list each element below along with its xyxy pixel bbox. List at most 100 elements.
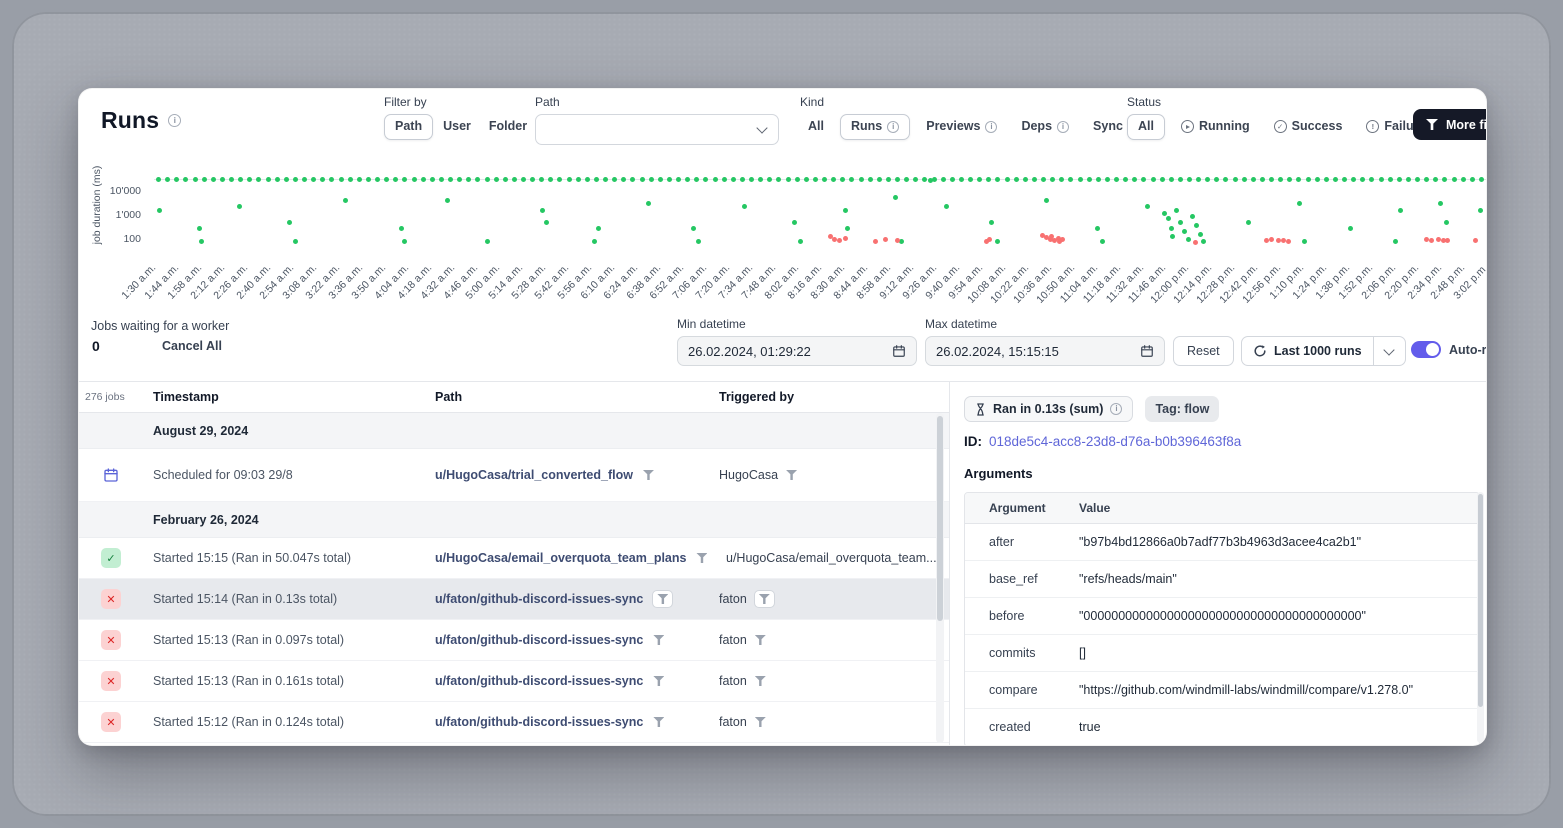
chart-point[interactable] xyxy=(445,198,450,203)
job-row[interactable]: ✕ Started 15:12 (Ran in 0.124s total) u/… xyxy=(79,702,949,743)
chart-point[interactable] xyxy=(658,177,663,182)
chart-point[interactable] xyxy=(1186,237,1191,242)
chart-point[interactable] xyxy=(302,177,307,182)
chart-point[interactable] xyxy=(544,220,549,225)
chart-point[interactable] xyxy=(1281,238,1286,243)
chart-point[interactable] xyxy=(1470,177,1475,182)
chart-point[interactable] xyxy=(987,237,992,242)
detail-scrollbar[interactable] xyxy=(1477,492,1484,743)
chart-point[interactable] xyxy=(893,195,898,200)
chart-point[interactable] xyxy=(1397,177,1402,182)
chart-point[interactable] xyxy=(1406,177,1411,182)
chart-point[interactable] xyxy=(585,177,590,182)
chart-point[interactable] xyxy=(767,177,772,182)
chart-point[interactable] xyxy=(1297,201,1302,206)
chart-point[interactable] xyxy=(649,177,654,182)
chart-point[interactable] xyxy=(742,204,747,209)
chart-point[interactable] xyxy=(1114,177,1119,182)
chart-point[interactable] xyxy=(1059,177,1064,182)
chart-point[interactable] xyxy=(287,220,292,225)
chart-point[interactable] xyxy=(1223,177,1228,182)
chart-point[interactable] xyxy=(1302,239,1307,244)
chart-point[interactable] xyxy=(1196,177,1201,182)
chart-point[interactable] xyxy=(256,177,261,182)
chart-point[interactable] xyxy=(448,177,453,182)
chart-point[interactable] xyxy=(843,208,848,213)
chart-point[interactable] xyxy=(247,177,252,182)
chart-point[interactable] xyxy=(1096,177,1101,182)
chart-point[interactable] xyxy=(977,177,982,182)
chart-point[interactable] xyxy=(1105,177,1110,182)
chart-point[interactable] xyxy=(494,177,499,182)
chart-point[interactable] xyxy=(1287,177,1292,182)
chart-point[interactable] xyxy=(1190,214,1195,219)
chart-point[interactable] xyxy=(592,239,597,244)
chart-point[interactable] xyxy=(311,177,316,182)
chart-point[interactable] xyxy=(567,177,572,182)
chart-point[interactable] xyxy=(621,177,626,182)
chart-point[interactable] xyxy=(989,220,994,225)
chart-point[interactable] xyxy=(1348,226,1353,231)
chart-point[interactable] xyxy=(691,226,696,231)
chart-point[interactable] xyxy=(1369,177,1374,182)
chart-point[interactable] xyxy=(995,177,1000,182)
chart-point[interactable] xyxy=(202,177,207,182)
chart-point[interactable] xyxy=(1452,177,1457,182)
chart-point[interactable] xyxy=(792,220,797,225)
chart-point[interactable] xyxy=(612,177,617,182)
chart-point[interactable] xyxy=(293,177,298,182)
chart-point[interactable] xyxy=(786,177,791,182)
chart-point[interactable] xyxy=(646,201,651,206)
chart-point[interactable] xyxy=(539,177,544,182)
chart-point[interactable] xyxy=(822,177,827,182)
filter-funnel-button[interactable] xyxy=(785,469,798,481)
chart-point[interactable] xyxy=(944,204,949,209)
chart-point[interactable] xyxy=(165,177,170,182)
chart-point[interactable] xyxy=(399,226,404,231)
chart-point[interactable] xyxy=(1351,177,1356,182)
chart-point[interactable] xyxy=(843,236,848,241)
chart-point[interactable] xyxy=(1068,177,1073,182)
filterby-user-button[interactable]: User xyxy=(435,114,479,140)
chart-point[interactable] xyxy=(1205,177,1210,182)
chart-point[interactable] xyxy=(1269,177,1274,182)
chart-point[interactable] xyxy=(832,237,837,242)
chart-point[interactable] xyxy=(868,177,873,182)
chart-point[interactable] xyxy=(1160,177,1165,182)
chart-point[interactable] xyxy=(540,208,545,213)
chart-point[interactable] xyxy=(859,177,864,182)
filter-funnel-button[interactable] xyxy=(652,716,665,728)
chart-point[interactable] xyxy=(798,239,803,244)
calendar-icon[interactable] xyxy=(1140,344,1154,358)
chart-point[interactable] xyxy=(156,177,161,182)
chart-point[interactable] xyxy=(1388,177,1393,182)
chart-point[interactable] xyxy=(1246,220,1251,225)
chart-point[interactable] xyxy=(1233,177,1238,182)
chart-point[interactable] xyxy=(694,177,699,182)
chart-point[interactable] xyxy=(1461,177,1466,182)
chart-point[interactable] xyxy=(430,177,435,182)
chart-point[interactable] xyxy=(475,177,480,182)
chart-point[interactable] xyxy=(845,226,850,231)
chart-point[interactable] xyxy=(1087,177,1092,182)
filter-funnel-button[interactable] xyxy=(754,675,767,687)
chart-point[interactable] xyxy=(1078,177,1083,182)
kind-all-button[interactable]: All xyxy=(800,114,832,140)
filter-funnel-button[interactable] xyxy=(754,590,775,608)
chart-point[interactable] xyxy=(1296,177,1301,182)
calendar-icon[interactable] xyxy=(892,344,906,358)
more-filters-button[interactable]: More filters xyxy=(1413,109,1487,140)
chart-point[interactable] xyxy=(849,177,854,182)
chart-point[interactable] xyxy=(1141,177,1146,182)
chart-point[interactable] xyxy=(928,178,933,183)
chart-point[interactable] xyxy=(530,177,535,182)
chart-point[interactable] xyxy=(886,177,891,182)
filter-funnel-button[interactable] xyxy=(652,675,665,687)
job-row[interactable]: Scheduled for 09:03 29/8 u/HugoCasa/tria… xyxy=(79,449,949,502)
chart-point[interactable] xyxy=(1050,177,1055,182)
status-running-button[interactable]: Running xyxy=(1173,114,1258,140)
reset-button[interactable]: Reset xyxy=(1173,336,1234,366)
chart-point[interactable] xyxy=(1193,240,1198,245)
auto-refresh-toggle[interactable] xyxy=(1411,341,1441,358)
chart-point[interactable] xyxy=(402,177,407,182)
